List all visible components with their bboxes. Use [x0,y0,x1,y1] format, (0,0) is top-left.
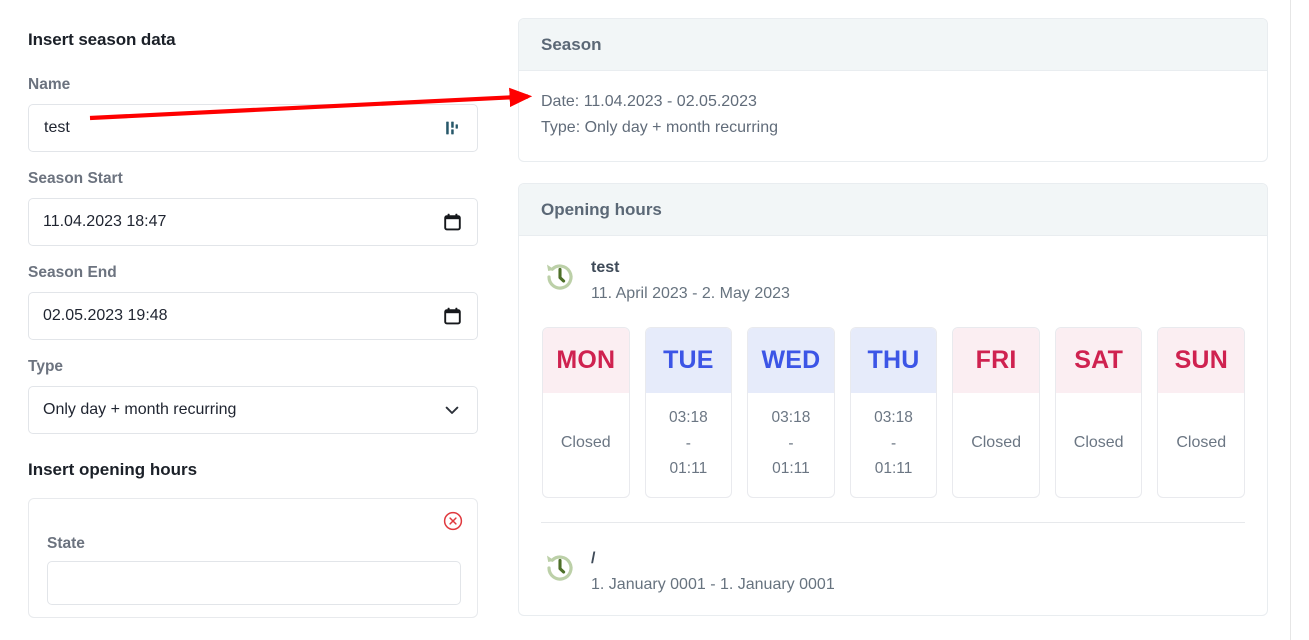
opening-hours-entry-header: test 11. April 2023 - 2. May 2023 [541,258,1245,305]
page-title: Insert season data [28,30,176,49]
season-form-panel: Insert season data Name test Season Star… [0,0,500,640]
name-input[interactable]: test [28,104,478,152]
opening-hours-card-body: test 11. April 2023 - 2. May 2023 MON Cl… [519,236,1267,616]
day-card-abbr: SUN [1158,327,1245,393]
opening-hours-entry-meta: test 11. April 2023 - 2. May 2023 [591,258,1245,305]
day-card-sun[interactable]: SUN Closed [1157,326,1246,498]
history-clock-icon [543,260,577,299]
day-card-hours: Closed [953,393,1039,497]
day-hours-line: 03:18 [874,409,913,427]
season-preview-panel: Season Date: 11.04.2023 - 02.05.2023 Typ… [518,18,1268,637]
history-clock-icon [543,551,577,590]
day-card-abbr: MON [543,327,629,393]
day-hours-line: 03:18 [771,409,811,427]
day-card-tue[interactable]: TUE 03:18 - 01:11 [644,326,733,498]
text-cursor-icon[interactable] [441,117,463,139]
season-start-value: 11.04.2023 18:47 [43,213,167,230]
day-card-abbr: THU [850,327,937,393]
opening-hours-entry: test 11. April 2023 - 2. May 2023 MON Cl… [541,254,1246,498]
season-card-body: Date: 11.04.2023 - 02.05.2023 Type: Only… [519,71,1267,161]
season-type-line: Type: Only day + month recurring [541,118,778,136]
season-card-title: Season [519,19,1267,71]
season-editor-page: Insert season data Name test Season Star… [0,0,1309,640]
day-hours-line: Closed [1073,434,1124,452]
season-end-input[interactable]: 02.05.2023 19:48 [28,292,478,340]
day-hours-line: - [788,434,794,452]
opening-hours-card: Opening hours test 11. April 2023 - 2. M… [518,182,1268,617]
day-hours-line: 01:11 [772,460,810,478]
day-card-abbr: SAT [1055,327,1142,393]
day-hours-line: Closed [560,434,611,452]
opening-hours-editor-card: State [28,498,478,618]
day-card-sat[interactable]: SAT Closed [1054,326,1143,498]
opening-hours-entry: / 1. January 0001 - 1. January 0001 [541,523,1245,596]
day-card-abbr: WED [748,327,834,393]
day-hours-line: 03:18 [668,409,708,427]
type-label: Type [28,358,64,375]
field-season-start: Season Start 11.04.2023 18:47 [28,170,478,246]
opening-hours-entry-name: test [591,258,620,276]
chevron-down-icon[interactable] [441,399,463,421]
opening-hours-entry-range: 11. April 2023 - 2. May 2023 [591,284,790,302]
day-card-hours: Closed [543,393,629,497]
season-start-label: Season Start [28,170,123,187]
name-input-value: test [44,119,70,136]
day-card-wed[interactable]: WED 03:18 - 01:11 [747,326,835,498]
day-hours-line: 01:11 [669,460,708,478]
day-card-hours: 03:18 - 01:11 [646,393,732,497]
day-card-mon[interactable]: MON Closed [542,326,630,498]
day-hours-line: - [685,434,691,452]
day-hours-line: 01:11 [874,460,913,478]
opening-hours-entry-header: / 1. January 0001 - 1. January 0001 [541,549,1245,596]
calendar-icon[interactable] [441,211,463,233]
opening-hours-entry-name: / [591,549,596,567]
season-start-input[interactable]: 11.04.2023 18:47 [28,198,478,246]
field-type: Type Only day + month recurring [28,358,478,434]
field-name: Name test [28,76,478,152]
field-season-end: Season End 02.05.2023 19:48 [28,264,478,340]
circle-x-icon[interactable] [443,511,463,531]
opening-hours-entry-meta: / 1. January 0001 - 1. January 0001 [591,549,1245,596]
day-card-abbr: TUE [645,327,732,393]
day-card-thu[interactable]: THU 03:18 - 01:11 [849,326,938,498]
season-card: Season Date: 11.04.2023 - 02.05.2023 Typ… [518,18,1268,162]
opening-hours-card-title: Opening hours [519,183,1267,236]
season-end-label: Season End [28,264,117,281]
day-hours-line: Closed [971,434,1021,452]
day-card-hours: Closed [1158,393,1244,497]
day-card-hours: 03:18 - 01:11 [748,393,834,497]
state-select[interactable] [47,561,461,605]
day-hours-line: - [890,434,897,452]
day-card-fri[interactable]: FRI Closed [952,326,1040,498]
season-date-line: Date: 11.04.2023 - 02.05.2023 [541,93,757,110]
calendar-icon[interactable] [441,305,463,327]
day-card-hours: Closed [1056,393,1142,497]
season-end-value: 02.05.2023 19:48 [43,307,168,324]
type-select[interactable]: Only day + month recurring [28,386,478,434]
type-select-value: Only day + month recurring [43,401,237,418]
state-label: State [47,535,85,552]
page-right-divider [1290,0,1291,640]
name-label: Name [28,76,71,93]
day-card-hours: 03:18 - 01:11 [851,393,937,497]
day-card-abbr: FRI [953,327,1039,393]
opening-hours-entry-range: 1. January 0001 - 1. January 0001 [591,575,835,593]
weekday-cards-row: MON Closed TUE 03:18 - 01:11 WED 03:18 -… [541,326,1246,498]
day-hours-line: Closed [1176,434,1227,452]
insert-opening-hours-title: Insert opening hours [28,460,198,479]
